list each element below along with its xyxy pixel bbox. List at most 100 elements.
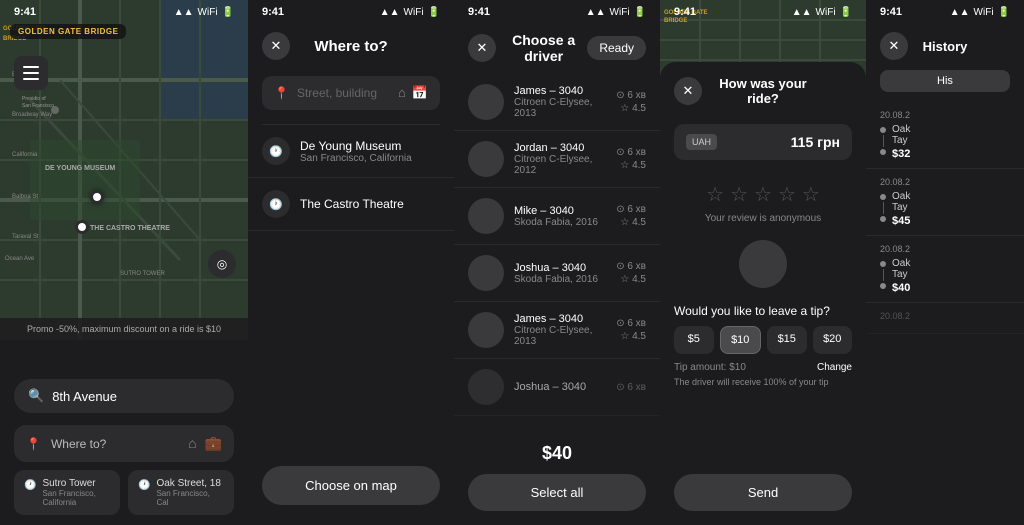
where-to-row[interactable]: 📍 Where to? ⌂ 💼 (14, 425, 234, 462)
price-card: UAH 115 грн (674, 124, 852, 160)
hamburger-button[interactable] (14, 56, 48, 90)
close-button-5[interactable]: ✕ (880, 32, 908, 60)
star-3[interactable]: ☆ (754, 182, 772, 207)
status-time-4: 9:41 (674, 6, 696, 18)
route-line-1 (883, 202, 884, 214)
status-icons-2: ▲▲WiFi🔋 (380, 7, 440, 18)
tip-btn-10[interactable]: $10 (720, 326, 762, 354)
route-dot-from-0 (880, 127, 886, 133)
location-dot-2 (75, 220, 89, 234)
tip-change-button[interactable]: Change (817, 362, 852, 373)
route-dots-0 (880, 124, 886, 155)
calendar-icon[interactable]: 📅 (412, 85, 428, 101)
rating-header: ✕ How was your ride? (660, 66, 866, 116)
map-bottom: 🔍 8th Avenue 📍 Where to? ⌂ 💼 🕐 Sutro Tow… (0, 365, 248, 525)
driver-meta-4: ⊙ 6 хв ☆ 4.5 (616, 318, 646, 342)
history-item-1[interactable]: 🕐 De Young Museum San Francisco, Califor… (248, 125, 454, 178)
input-actions: ⌂ 📅 (398, 85, 428, 101)
driver-meta-0: ⊙ 6 хв ☆ 4.5 (616, 90, 646, 114)
route-line-2 (883, 269, 884, 281)
history-entry-3[interactable]: 20.08.2 (866, 303, 1024, 334)
status-time-5: 9:41 (880, 6, 902, 18)
screen-where-to: 9:41 ▲▲WiFi🔋 ✕ Where to? 📍 Street, build… (248, 0, 454, 525)
send-button[interactable]: Send (674, 474, 852, 511)
star-2[interactable]: ☆ (730, 182, 748, 207)
driver-list: James – 3040 Citroen C-Elysee, 2013 ⊙ 6 … (454, 74, 660, 416)
stars-section: ☆ ☆ ☆ ☆ ☆ Your review is anonymous (660, 168, 866, 232)
route-dot-to-2 (880, 283, 886, 289)
clock-icon-2: 🕐 (138, 480, 150, 491)
route-dot-to-1 (880, 216, 886, 222)
search-bar[interactable]: 🔍 8th Avenue (14, 379, 234, 413)
status-icons-3: ▲▲WiFi🔋 (586, 7, 646, 18)
payment-icon: UAH (686, 134, 717, 150)
status-time-2: 9:41 (262, 6, 284, 18)
history-addr-1: San Francisco, California (300, 153, 412, 164)
gps-button[interactable]: ◎ (208, 250, 236, 278)
driver-avatar-5 (468, 369, 504, 405)
route-dots-2 (880, 258, 886, 289)
driver-item-4[interactable]: James – 3040 Citroen C-Elysee, 2013 ⊙ 6 … (454, 302, 660, 359)
close-button-2[interactable]: ✕ (262, 32, 290, 60)
select-all-button[interactable]: Select all (468, 474, 646, 511)
recents-row: 🕐 Sutro Tower San Francisco, California … (14, 470, 234, 515)
tip-btn-20[interactable]: $20 (813, 326, 853, 354)
history-item-2[interactable]: 🕐 The Castro Theatre (248, 178, 454, 231)
where-to-title: Where to? (290, 38, 412, 55)
driver-meta-3: ⊙ 6 хв ☆ 4.5 (616, 261, 646, 285)
promo-banner: Promo -50%, maximum discount on a ride i… (0, 318, 248, 340)
driver-avatar-1 (468, 141, 504, 177)
route-dot-from-1 (880, 194, 886, 200)
driver-info-2: Mike – 3040 Skoda Fabia, 2016 (514, 205, 606, 228)
ready-badge: Ready (587, 36, 646, 60)
close-button-4[interactable]: ✕ (674, 77, 702, 105)
star-4[interactable]: ☆ (778, 182, 796, 207)
driver-info-0: James – 3040 Citroen C-Elysee, 2013 (514, 85, 606, 119)
tip-btn-15[interactable]: $15 (767, 326, 807, 354)
street-input[interactable]: Street, building (297, 86, 390, 100)
driver-footer: $40 Select all (454, 433, 660, 525)
route-info-2: Oak Tay $40 (892, 258, 910, 294)
tip-buttons: $5 $10 $15 $20 (674, 326, 852, 354)
recent-item-2[interactable]: 🕐 Oak Street, 18 San Francisco, Cal (128, 470, 234, 515)
driver-item-1[interactable]: Jordan – 3040 Citroen C-Elysee, 2012 ⊙ 6… (454, 131, 660, 188)
choose-on-map-button[interactable]: Choose on map (262, 466, 440, 505)
recent-name-1: Sutro Tower (42, 478, 110, 489)
history-date-3: 20.08.2 (880, 311, 1010, 321)
screen-choose-driver: 9:41 ▲▲WiFi🔋 ✕ Choose a driver Ready Jam… (454, 0, 660, 525)
search-input-row[interactable]: 📍 Street, building ⌂ 📅 (262, 76, 440, 110)
stars-note: Your review is anonymous (674, 213, 852, 224)
search-text: 8th Avenue (52, 389, 117, 404)
stars-row[interactable]: ☆ ☆ ☆ ☆ ☆ (674, 182, 852, 207)
history-entry-2[interactable]: 20.08.2 Oak Tay $40 (866, 236, 1024, 303)
history-tab[interactable]: His (880, 70, 1010, 92)
star-1[interactable]: ☆ (706, 182, 724, 207)
driver-avatar-3 (468, 255, 504, 291)
driver-meta-5: ⊙ 6 хв (616, 382, 646, 393)
recent-addr-2: San Francisco, Cal (156, 489, 224, 507)
map-top-bar: GOLDEN GATE BRIDGE (10, 24, 126, 39)
home-icon-2[interactable]: ⌂ (398, 85, 406, 101)
driver-item-0[interactable]: James – 3040 Citroen C-Elysee, 2013 ⊙ 6 … (454, 74, 660, 131)
star-5[interactable]: ☆ (802, 182, 820, 207)
driver-item-5[interactable]: Joshua – 3040 ⊙ 6 хв (454, 359, 660, 416)
driver-price: $40 (468, 443, 646, 464)
recent-addr-1: San Francisco, California (42, 489, 110, 507)
close-button-3[interactable]: ✕ (468, 34, 496, 62)
driver-item-3[interactable]: Joshua – 3040 Skoda Fabia, 2016 ⊙ 6 хв ☆… (454, 245, 660, 302)
search-icon-2: 📍 (274, 86, 289, 100)
recent-item-1[interactable]: 🕐 Sutro Tower San Francisco, California (14, 470, 120, 515)
history-date-0: 20.08.2 (880, 110, 1010, 120)
driver-info-1: Jordan – 3040 Citroen C-Elysee, 2012 (514, 142, 606, 176)
home-icon[interactable]: ⌂ (188, 435, 196, 452)
history-route-0: Oak Tay $32 (880, 124, 1010, 160)
history-icon-1: 🕐 (262, 137, 290, 165)
driver-avatar-large (739, 240, 787, 288)
rating-title: How was your ride? (702, 76, 824, 106)
tip-btn-5[interactable]: $5 (674, 326, 714, 354)
briefcase-icon[interactable]: 💼 (205, 435, 222, 452)
history-entry-0[interactable]: 20.08.2 Oak Tay $32 (866, 102, 1024, 169)
driver-item-2[interactable]: Mike – 3040 Skoda Fabia, 2016 ⊙ 6 хв ☆ 4… (454, 188, 660, 245)
history-entry-1[interactable]: 20.08.2 Oak Tay $45 (866, 169, 1024, 236)
history-screen-title: History (908, 39, 982, 54)
